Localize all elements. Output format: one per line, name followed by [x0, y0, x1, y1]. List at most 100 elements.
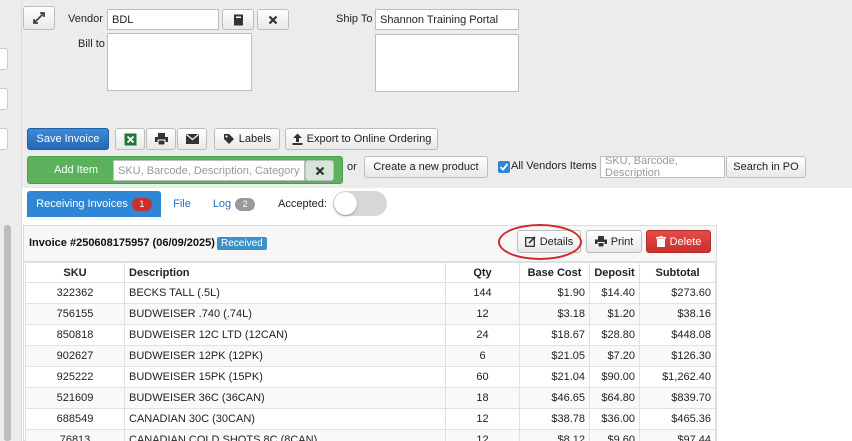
check-icon	[499, 163, 509, 171]
table-row[interactable]: 756155 BUDWEISER .740 (.74L) 12 $3.18 $1.20 $…	[25, 303, 716, 325]
labels-button[interactable]: Labels	[214, 128, 280, 150]
cell-deposit: $28.80	[589, 324, 640, 346]
vendor-book-button[interactable]	[222, 9, 254, 30]
cell-sku: 688549	[25, 408, 125, 430]
bill-to-textarea[interactable]	[107, 33, 252, 91]
tab-log-label: Log	[212, 198, 232, 210]
cell-sku: 850818	[25, 324, 125, 346]
tab-receiving-invoices-label: Receiving Invoices	[36, 198, 128, 210]
print-invoice-button[interactable]: Print	[586, 230, 642, 253]
cell-qty: 6	[445, 345, 520, 367]
labels-label: Labels	[238, 133, 272, 145]
ship-to-input[interactable]: Shannon Training Portal	[375, 9, 519, 30]
column-header-qty: Qty	[445, 262, 520, 283]
left-scrollbar[interactable]	[4, 225, 11, 441]
cell-description: BUDWEISER 12PK (12PK)	[124, 345, 446, 367]
email-button[interactable]	[177, 128, 207, 150]
close-icon	[268, 15, 278, 24]
left-stub-select[interactable]	[0, 128, 8, 150]
export-excel-button[interactable]	[115, 128, 145, 150]
cell-sku: 322362	[25, 282, 125, 304]
tab-file[interactable]: File	[167, 191, 197, 217]
search-po-input[interactable]: SKU, Barcode, Description	[600, 156, 725, 178]
print-icon	[154, 133, 168, 145]
cell-qty: 12	[445, 429, 520, 441]
table-row[interactable]: 902627 BUDWEISER 12PK (12PK) 6 $21.05 $7.20 $…	[25, 345, 716, 367]
accepted-toggle-knob	[334, 192, 357, 215]
cell-qty: 12	[445, 303, 520, 325]
column-header-subtotal: Subtotal	[639, 262, 716, 283]
all-vendors-label: All Vendors Items	[511, 160, 597, 172]
cell-subtotal: $126.30	[639, 345, 716, 367]
table-row[interactable]: 850818 BUDWEISER 12C LTD (12CAN) 24 $18.67 $…	[25, 324, 716, 346]
table-row[interactable]: 521609 BUDWEISER 36C (36CAN) 18 $46.65 $64.8…	[25, 387, 716, 409]
export-online-ordering-button[interactable]: Export to Online Ordering	[285, 128, 438, 150]
ship-to-textarea[interactable]	[375, 34, 519, 92]
column-header-sku: SKU	[25, 262, 125, 283]
cell-description: BUDWEISER 15PK (15PK)	[124, 366, 446, 388]
cell-description: BUDWEISER 12C LTD (12CAN)	[124, 324, 446, 346]
cell-deposit: $90.00	[589, 366, 640, 388]
cell-base-cost: $38.78	[519, 408, 590, 430]
receiving-invoices-count-badge: 1	[131, 197, 152, 211]
delete-invoice-button[interactable]: Delete	[646, 230, 711, 253]
vendor-input[interactable]: BDL	[107, 9, 219, 30]
print-button[interactable]	[146, 128, 176, 150]
cell-subtotal: $448.08	[639, 324, 716, 346]
cell-base-cost: $21.05	[519, 345, 590, 367]
cell-sku: 902627	[25, 345, 125, 367]
cell-deposit: $7.20	[589, 345, 640, 367]
vendor-label: Vendor	[68, 13, 103, 25]
tab-log[interactable]: Log 2	[205, 191, 263, 217]
cell-sku: 756155	[25, 303, 125, 325]
left-sidebar-strip	[0, 0, 22, 441]
search-in-po-button[interactable]: Search in PO	[726, 156, 806, 178]
expand-button[interactable]	[23, 6, 55, 30]
cell-sku: 76813	[25, 429, 125, 441]
log-count-badge: 2	[235, 197, 256, 211]
cell-base-cost: $46.65	[519, 387, 590, 409]
cell-description: BECKS TALL (.5L)	[124, 282, 446, 304]
cell-qty: 12	[445, 408, 520, 430]
bill-to-label: Bill to	[78, 38, 105, 50]
table-header-row: SKU Description Qty Base Cost Deposit Su…	[25, 262, 716, 283]
tab-receiving-invoices[interactable]: Receiving Invoices 1	[27, 191, 161, 217]
column-header-description: Description	[124, 262, 446, 283]
cell-subtotal: $273.60	[639, 282, 716, 304]
cell-deposit: $36.00	[589, 408, 640, 430]
envelope-icon	[185, 134, 199, 144]
cell-qty: 18	[445, 387, 520, 409]
cell-base-cost: $18.67	[519, 324, 590, 346]
all-vendors-checkbox[interactable]	[498, 161, 510, 173]
invoice-panel: Invoice #250608175957 (06/09/2025) Recei…	[23, 225, 717, 441]
cell-subtotal: $465.36	[639, 408, 716, 430]
or-text: or	[347, 161, 357, 173]
table-row[interactable]: 688549 CANADIAN 30C (30CAN) 12 $38.78 $36.00…	[25, 408, 716, 430]
upload-icon	[292, 133, 303, 145]
cell-description: BUDWEISER 36C (36CAN)	[124, 387, 446, 409]
accepted-toggle[interactable]	[333, 191, 387, 216]
details-button[interactable]: Details	[517, 230, 581, 253]
table-row[interactable]: 76813 CANADIAN COLD SHOTS 8C (8CAN) 12 $8.1…	[25, 429, 716, 441]
cell-sku: 521609	[25, 387, 125, 409]
excel-icon	[124, 133, 136, 145]
table-row[interactable]: 925222 BUDWEISER 15PK (15PK) 60 $21.04 $90.0…	[25, 366, 716, 388]
export-label: Export to Online Ordering	[306, 133, 432, 145]
table-row[interactable]: 322362 BECKS TALL (.5L) 144 $1.90 $14.40 $273…	[25, 282, 716, 304]
tag-icon	[223, 134, 234, 144]
print-label: Print	[610, 235, 634, 248]
left-stub	[0, 48, 8, 70]
cell-deposit: $1.20	[589, 303, 640, 325]
cell-deposit: $9.60	[589, 429, 640, 441]
vendor-clear-button[interactable]	[257, 9, 289, 30]
cell-sku: 925222	[25, 366, 125, 388]
save-invoice-button[interactable]: Save Invoice	[27, 128, 109, 150]
column-header-base-cost: Base Cost	[519, 262, 590, 283]
create-product-button[interactable]: Create a new product	[364, 156, 488, 178]
tab-file-label: File	[173, 198, 191, 210]
cell-deposit: $14.40	[589, 282, 640, 304]
cell-base-cost: $8.12	[519, 429, 590, 441]
add-item-search-input[interactable]: SKU, Barcode, Description, Category	[113, 160, 305, 181]
add-item-clear-button[interactable]	[305, 160, 334, 181]
invoice-title: Invoice #250608175957 (06/09/2025)	[29, 237, 215, 249]
